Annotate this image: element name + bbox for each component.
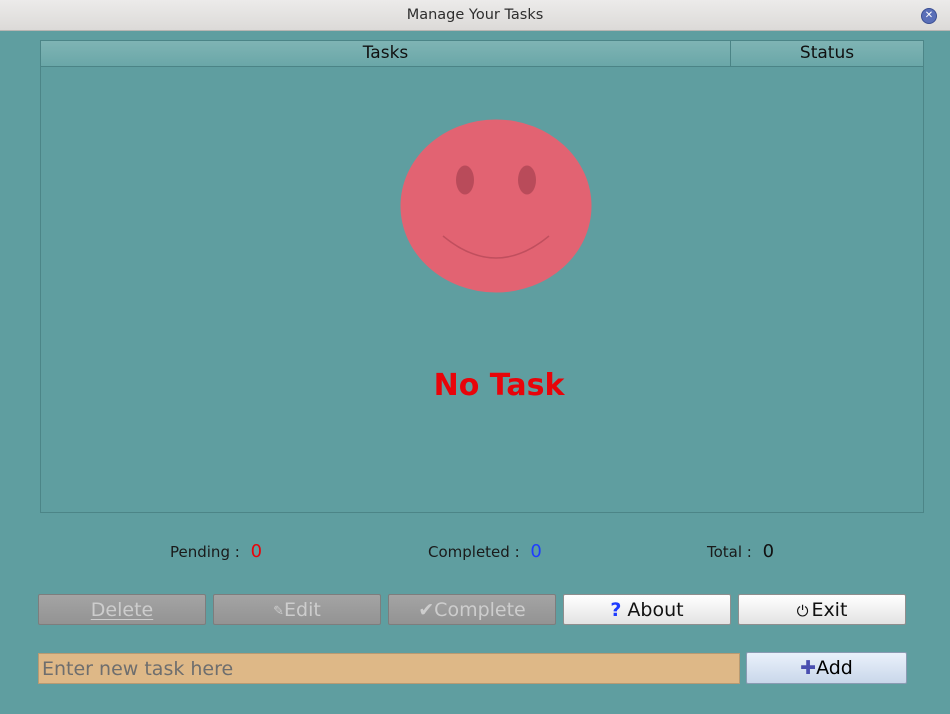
- exit-button[interactable]: ⏻ Exit: [738, 594, 906, 625]
- complete-button[interactable]: ✔Complete: [388, 594, 556, 625]
- empty-state-message: No Task: [433, 368, 565, 403]
- new-task-input[interactable]: [38, 653, 740, 684]
- completed-stat: Completed : 0: [428, 541, 542, 562]
- pending-stat: Pending : 0: [170, 541, 262, 562]
- close-icon[interactable]: ✕: [921, 8, 937, 24]
- table-header: Tasks Status: [41, 41, 923, 67]
- pending-label: Pending :: [170, 543, 240, 561]
- about-button[interactable]: ? About: [563, 594, 731, 625]
- window-title: Manage Your Tasks: [406, 7, 544, 23]
- smiley-face-circle: [400, 119, 592, 293]
- power-icon: ⏻: [796, 602, 809, 620]
- smiley-left-eye: [456, 165, 474, 195]
- add-button-label: Add: [816, 657, 853, 679]
- edit-button[interactable]: ✎Edit: [213, 594, 381, 625]
- checkmark-icon: ✔: [418, 599, 435, 621]
- task-table[interactable]: Tasks Status No Task: [40, 40, 924, 513]
- edit-button-label: Edit: [284, 599, 321, 621]
- total-label: Total :: [707, 543, 752, 561]
- completed-count: 0: [530, 541, 542, 562]
- pending-count: 0: [250, 541, 263, 562]
- add-button[interactable]: ✚Add: [746, 652, 907, 684]
- column-header-status[interactable]: Status: [731, 41, 923, 67]
- complete-button-label: Complete: [434, 599, 526, 621]
- about-button-label: About: [627, 599, 684, 621]
- exit-button-label: Exit: [811, 599, 848, 621]
- column-header-tasks[interactable]: Tasks: [41, 41, 731, 67]
- pencil-icon: ✎: [273, 604, 285, 619]
- delete-button-label: Delete: [90, 599, 154, 621]
- question-mark-icon: ?: [610, 599, 622, 621]
- plus-icon: ✚: [800, 657, 817, 679]
- smiley-right-eye: [518, 165, 536, 195]
- delete-button[interactable]: Delete: [38, 594, 206, 625]
- total-count: 0: [762, 541, 775, 562]
- title-bar: Manage Your Tasks ✕: [0, 0, 950, 31]
- smiley-face-icon: [400, 119, 592, 293]
- completed-label: Completed :: [428, 543, 520, 561]
- total-stat: Total : 0: [707, 541, 774, 562]
